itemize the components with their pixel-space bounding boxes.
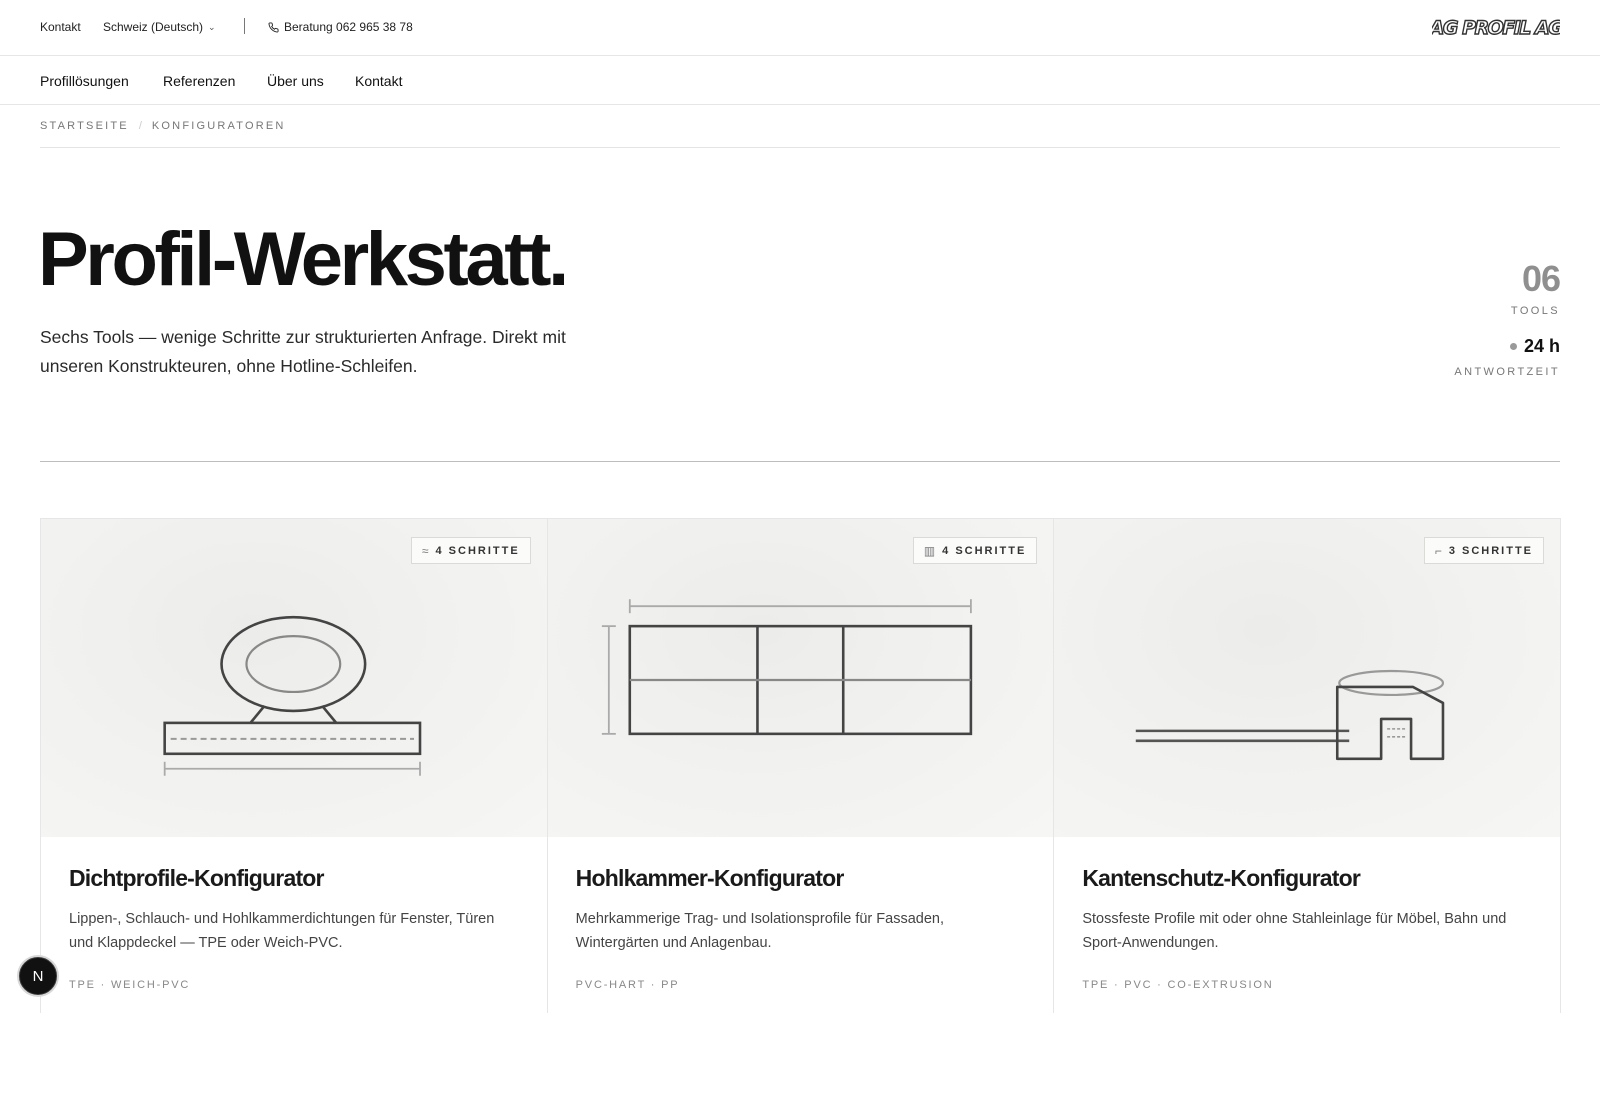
dichtprofil-illustration: ≈ 4 SCHRITTE xyxy=(41,519,547,837)
response-time-label: ANTWORTZEIT xyxy=(1454,366,1560,378)
top-utility-bar: Kontakt Schweiz (Deutsch) ⌄ Beratung 062… xyxy=(0,0,1600,56)
steps-badge-label: 4 SCHRITTE xyxy=(435,544,520,557)
svg-text:AG PROFIL AG: AG PROFIL AG xyxy=(1432,17,1560,39)
dichtprofil-drawing-icon xyxy=(163,615,422,776)
hero-divider xyxy=(40,461,1560,462)
top-kontakt-link[interactable]: Kontakt xyxy=(40,20,81,34)
response-time: 24 h xyxy=(1509,336,1560,357)
corner-icon: ⌐ xyxy=(1434,543,1442,558)
topbar-divider xyxy=(244,18,245,34)
card-title[interactable]: Kantenschutz-Konfigurator xyxy=(1082,865,1361,892)
wave-icon: ≈ xyxy=(421,543,429,558)
steps-badge-label: 3 SCHRITTE xyxy=(1448,544,1534,557)
page-title: Profil-Werkstatt. xyxy=(38,217,569,302)
card-material-tags: TPE · WEICH-PVC xyxy=(69,979,191,991)
breadcrumb: STARTSEITE / KONFIGURATOREN xyxy=(40,120,286,132)
floating-n-button[interactable]: N xyxy=(19,957,57,995)
breadcrumb-current: KONFIGURATOREN xyxy=(151,120,286,132)
region-label: Schweiz (Deutsch) xyxy=(103,20,204,34)
phone-label: Beratung 062 965 38 78 xyxy=(284,20,413,34)
card-material-tags: TPE · PVC · CO-EXTRUSION xyxy=(1082,979,1274,991)
nav-ueber-uns[interactable]: Über uns xyxy=(267,73,324,89)
region-selector[interactable]: Schweiz (Deutsch) ⌄ xyxy=(103,20,216,34)
steps-badge: ⌐ 3 SCHRITTE xyxy=(1423,537,1545,564)
chambers-icon: ▥ xyxy=(923,543,936,558)
card-title[interactable]: Dichtprofile-Konfigurator xyxy=(69,865,325,892)
steps-badge: ▥ 4 SCHRITTE xyxy=(912,537,1038,564)
hohlkammer-drawing-icon xyxy=(601,599,972,736)
response-time-value: 24 h xyxy=(1523,336,1560,356)
status-dot-icon xyxy=(1509,343,1517,350)
card-kantenschutz[interactable]: ⌐ 3 SCHRITTE Kantenschutz-Konfigurator S… xyxy=(1054,519,1561,1013)
card-title[interactable]: Hohlkammer-Konfigurator xyxy=(576,865,845,892)
breadcrumb-separator: / xyxy=(138,120,142,132)
breadcrumb-home[interactable]: STARTSEITE xyxy=(40,120,129,132)
phone-link[interactable]: Beratung 062 965 38 78 xyxy=(268,20,413,34)
card-hohlkammer[interactable]: ▥ 4 SCHRITTE Hohlkammer-Konfigurator Meh… xyxy=(547,519,1055,1013)
card-description: Stossfeste Profile mit oder ohne Stahlei… xyxy=(1082,911,1507,951)
nav-kontakt[interactable]: Kontakt xyxy=(355,73,402,89)
card-material-tags: PVC-HART · PP xyxy=(575,979,680,991)
nav-referenzen[interactable]: Referenzen xyxy=(163,73,235,89)
card-description: Mehrkammerige Trag- und Isolationsprofil… xyxy=(575,911,944,951)
steps-badge-label: 4 SCHRITTE xyxy=(942,544,1027,557)
tools-count: 06 xyxy=(1521,258,1561,299)
tools-label: TOOLS xyxy=(1510,305,1560,317)
breadcrumb-divider xyxy=(40,147,1560,148)
configurator-grid: ≈ 4 SCHRITTE Dichtprofile-Konfigurator L… xyxy=(40,518,1561,1013)
steps-badge: ≈ 4 SCHRITTE xyxy=(410,537,531,564)
chevron-down-icon: ⌄ xyxy=(208,22,216,32)
card-dichtprofile[interactable]: ≈ 4 SCHRITTE Dichtprofile-Konfigurator L… xyxy=(41,519,548,1013)
main-navigation: Profillösungen Referenzen Über uns Konta… xyxy=(0,56,1600,105)
page-subtitle: Sechs Tools — wenige Schritte zur strukt… xyxy=(40,327,566,376)
kantenschutz-drawing-icon xyxy=(1136,669,1445,761)
nav-profilloesungen[interactable]: Profillösungen xyxy=(40,73,129,89)
hohlkammer-illustration: ▥ 4 SCHRITTE xyxy=(547,519,1054,837)
phone-icon xyxy=(268,21,279,32)
company-logo[interactable]: AG PROFIL AG xyxy=(1432,14,1560,40)
kantenschutz-illustration: ⌐ 3 SCHRITTE xyxy=(1054,519,1561,837)
card-description: Lippen-, Schlauch- und Hohlkammerdichtun… xyxy=(69,911,495,951)
